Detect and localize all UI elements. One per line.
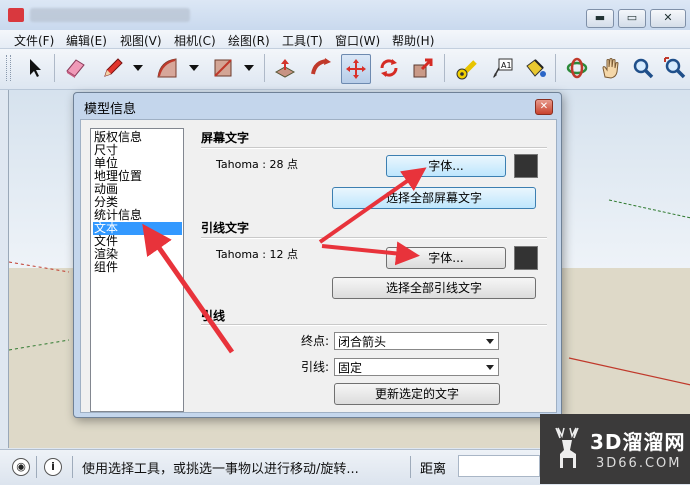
endpoint-select[interactable]: 闭合箭头 — [334, 332, 499, 350]
select-arrow-icon[interactable] — [20, 53, 50, 83]
screen-text-heading: 屏幕文字 — [201, 131, 250, 145]
leader-text-font-button[interactable]: 字体... — [386, 247, 506, 269]
menu-help[interactable]: 帮助(H) — [392, 32, 434, 49]
menu-draw[interactable]: 绘图(R) — [228, 32, 270, 49]
leader-select-value: 固定 — [338, 361, 363, 375]
tape-measure-icon[interactable] — [452, 53, 482, 83]
maximize-button[interactable]: ▭ — [618, 9, 646, 28]
pencil-dropdown-icon[interactable] — [133, 65, 143, 71]
screen-text-color-swatch[interactable] — [514, 154, 538, 178]
update-selected-text-button[interactable]: 更新选定的文字 — [334, 383, 500, 405]
geo-location-icon[interactable]: ◉ — [12, 458, 30, 476]
select-all-screen-text-button[interactable]: 选择全部屏幕文字 — [332, 187, 536, 209]
leader-select[interactable]: 固定 — [334, 358, 499, 376]
watermark-title: 3D溜溜网 — [590, 430, 686, 454]
select-all-leader-text-button[interactable]: 选择全部引线文字 — [332, 277, 536, 299]
status-separator — [36, 456, 37, 478]
menu-tools[interactable]: 工具(T) — [282, 32, 323, 49]
toolbar-separator — [54, 54, 55, 82]
category-list[interactable]: 版权信息 尺寸 单位 地理位置 动画 分类 统计信息 文本 文件 渲染 组件 — [90, 128, 184, 412]
paint-bucket-icon[interactable] — [520, 53, 550, 83]
toolbar-separator — [555, 54, 556, 82]
category-components[interactable]: 组件 — [93, 261, 182, 274]
leader-text-color-swatch[interactable] — [514, 246, 538, 270]
distance-input[interactable] — [458, 455, 540, 477]
section-divider — [201, 324, 547, 326]
arc-icon[interactable] — [152, 53, 182, 83]
zoom-icon[interactable] — [628, 53, 658, 83]
toolbar-grip[interactable] — [6, 55, 11, 81]
rotate-icon[interactable] — [374, 53, 404, 83]
distance-label: 距离 — [420, 462, 447, 477]
rectangle-icon[interactable] — [208, 53, 238, 83]
leader-text-heading: 引线文字 — [201, 221, 250, 235]
dialog-title: 模型信息 — [84, 102, 137, 117]
status-message: 使用选择工具，或挑选一事物以进行移动/旋转... — [82, 462, 359, 477]
app-icon — [8, 8, 24, 22]
status-separator — [72, 456, 73, 478]
move-icon[interactable] — [341, 54, 371, 84]
push-pull-icon[interactable] — [270, 53, 300, 83]
dialog-close-button[interactable]: ✕ — [535, 99, 553, 115]
section-divider — [201, 237, 547, 239]
pan-hand-icon[interactable] — [596, 53, 626, 83]
close-window-button[interactable]: ✕ — [650, 9, 686, 28]
eraser-icon[interactable] — [60, 53, 90, 83]
follow-me-icon[interactable] — [306, 53, 336, 83]
watermark-url: 3D66.COM — [596, 456, 682, 471]
menu-bar: 文件(F) 编辑(E) 视图(V) 相机(C) 绘图(R) 工具(T) 窗口(W… — [0, 30, 690, 49]
minimize-button[interactable]: ▬ — [586, 9, 614, 28]
leader-label: 引线: — [300, 360, 329, 374]
site-watermark: 3D溜溜网 3D66.COM — [540, 414, 690, 484]
zoom-extents-icon[interactable] — [660, 53, 690, 83]
window-title-blurred — [30, 8, 190, 22]
endpoint-label: 终点: — [300, 334, 329, 348]
rectangle-dropdown-icon[interactable] — [244, 65, 254, 71]
leader-text-font-info: Tahoma : 12 点 — [216, 248, 298, 261]
section-divider — [201, 147, 547, 149]
menu-file[interactable]: 文件(F) — [14, 32, 54, 49]
toolbar-separator — [264, 54, 265, 82]
text-icon[interactable]: A1 — [487, 53, 517, 83]
endpoint-select-value: 闭合箭头 — [338, 335, 387, 349]
status-separator — [410, 456, 411, 478]
model-info-dialog: 模型信息 ✕ 版权信息 尺寸 单位 地理位置 动画 分类 统计信息 文本 文件 … — [73, 92, 562, 418]
info-icon[interactable]: i — [44, 458, 62, 476]
menu-window[interactable]: 窗口(W) — [335, 32, 380, 49]
window-title-bar: ▬ ▭ ✕ — [0, 0, 690, 30]
screen-text-font-info: Tahoma : 28 点 — [216, 158, 298, 171]
scale-icon[interactable] — [408, 53, 438, 83]
menu-edit[interactable]: 编辑(E) — [66, 32, 107, 49]
menu-camera[interactable]: 相机(C) — [174, 32, 216, 49]
screen-text-font-button[interactable]: 字体... — [386, 155, 506, 177]
deer-logo-icon — [555, 427, 579, 468]
pencil-icon[interactable] — [98, 53, 128, 83]
main-toolbar: A1 — [0, 49, 690, 90]
orbit-icon[interactable] — [562, 53, 592, 83]
svg-text:A1: A1 — [501, 61, 512, 70]
menu-view[interactable]: 视图(V) — [120, 32, 162, 49]
arc-dropdown-icon[interactable] — [189, 65, 199, 71]
leader-lines-heading: 引线 — [201, 309, 226, 323]
dialog-body: 版权信息 尺寸 单位 地理位置 动画 分类 统计信息 文本 文件 渲染 组件 屏… — [80, 119, 557, 413]
toolbar-separator — [444, 54, 445, 82]
chevron-down-icon — [486, 365, 494, 370]
chevron-down-icon — [486, 339, 494, 344]
